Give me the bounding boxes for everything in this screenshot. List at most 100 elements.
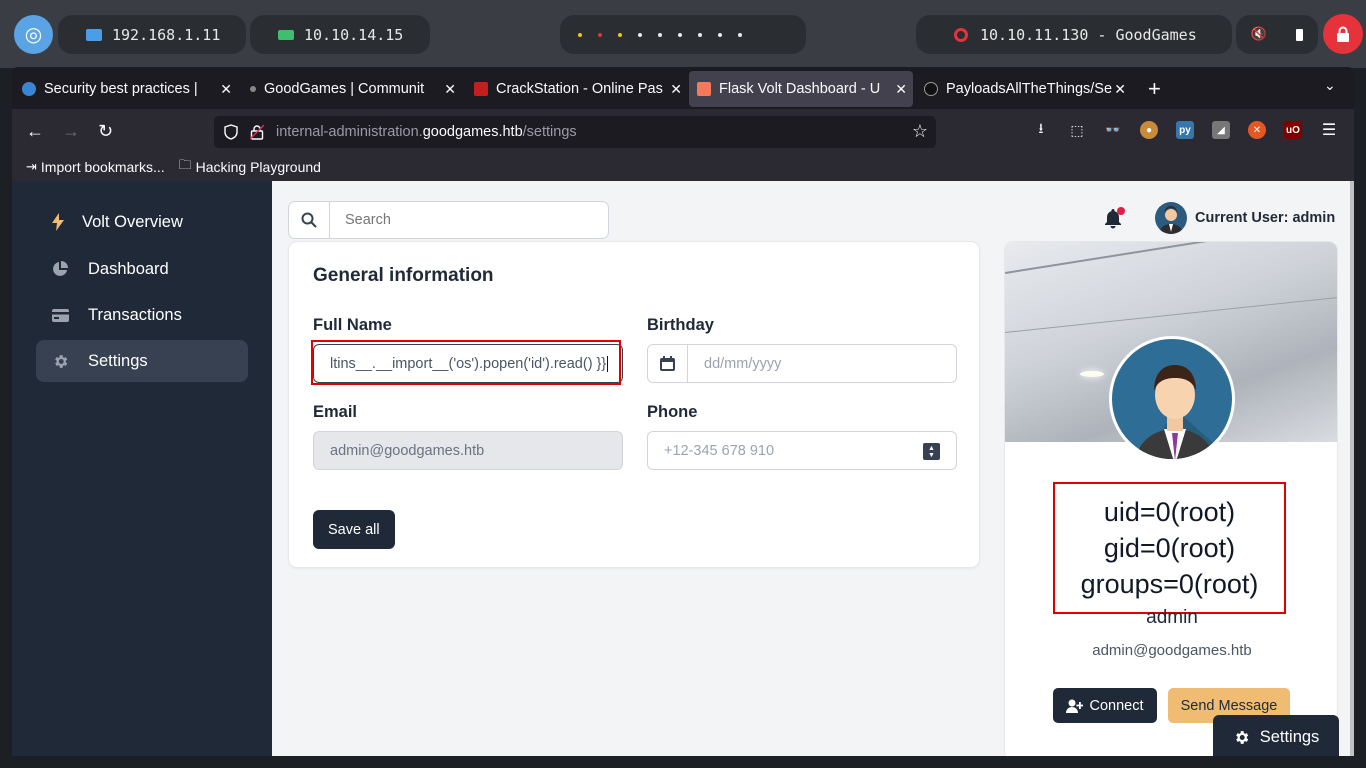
- vpn-ip-text: 10.10.14.15: [304, 25, 404, 44]
- workspace-dot[interactable]: [678, 32, 682, 37]
- search-icon[interactable]: [289, 202, 330, 238]
- bookmark-import[interactable]: ⇥ Import bookmarks...: [26, 159, 165, 175]
- workspace-dot[interactable]: [718, 32, 722, 37]
- forward-arrow-icon[interactable]: →: [62, 121, 80, 141]
- workspaces-pill[interactable]: [560, 15, 806, 54]
- back-arrow-icon[interactable]: ←: [26, 121, 44, 141]
- workspace-dot[interactable]: [738, 32, 742, 37]
- tab-goodgames[interactable]: GoodGames | Communit ✕: [242, 71, 462, 107]
- target-text: 10.10.11.130 - GoodGames: [980, 25, 1197, 44]
- connect-label: Connect: [1089, 697, 1144, 714]
- tab-crackstation[interactable]: CrackStation - Online Pas ✕: [466, 71, 688, 107]
- page-scrollbar[interactable]: [1350, 181, 1354, 756]
- close-icon[interactable]: ✕: [670, 81, 682, 98]
- workspace-dots: [560, 32, 760, 37]
- url-bar[interactable]: internal-administration.goodgames.htb/se…: [214, 116, 936, 148]
- new-tab-plus-icon[interactable]: +: [1148, 76, 1161, 102]
- calendar-icon[interactable]: [648, 345, 688, 382]
- tab-list-chevron-icon[interactable]: ⌄: [1324, 77, 1336, 94]
- sidebar-item-transactions[interactable]: Transactions: [36, 294, 248, 336]
- url-path: /settings: [522, 124, 577, 140]
- python-extension-icon[interactable]: py: [1176, 121, 1194, 139]
- local-ip-text: 192.168.1.11: [112, 25, 221, 44]
- hamburger-menu-icon[interactable]: ☰: [1320, 121, 1338, 139]
- workspace-dot[interactable]: [618, 32, 622, 37]
- search-input[interactable]: [345, 212, 595, 228]
- output-line-groups: groups=0(root): [1080, 569, 1259, 599]
- ublock-origin-icon[interactable]: uO: [1284, 121, 1302, 139]
- connect-button[interactable]: Connect: [1053, 688, 1157, 723]
- foxyproxy-icon[interactable]: ✕: [1248, 121, 1266, 139]
- os-menu-logo-icon[interactable]: ◎: [14, 15, 53, 54]
- tab-bar: Security best practices | ✕ GoodGames | …: [12, 67, 1354, 109]
- workspace-dot[interactable]: [598, 32, 602, 37]
- settings-floating-label: Settings: [1259, 727, 1320, 746]
- battery-icon[interactable]: [1296, 28, 1304, 41]
- cookie-editor-icon[interactable]: ●: [1140, 121, 1158, 139]
- pie-chart-icon: [50, 261, 70, 277]
- import-icon: ⇥: [26, 159, 37, 174]
- vpn-ip-pill[interactable]: 10.10.14.15: [250, 15, 430, 54]
- credit-card-icon: [50, 308, 70, 322]
- close-icon[interactable]: ✕: [444, 81, 456, 98]
- local-ip-pill[interactable]: 192.168.1.11: [58, 15, 246, 54]
- reload-icon[interactable]: ↻: [98, 121, 113, 141]
- phone-input[interactable]: +12-345 678 910 ▲ ▼: [647, 431, 957, 470]
- cover-ceiling-line: [1005, 242, 1337, 274]
- close-icon[interactable]: ✕: [220, 81, 232, 98]
- close-icon[interactable]: ✕: [895, 81, 907, 98]
- sidebar-item-dashboard[interactable]: Dashboard: [36, 248, 248, 290]
- number-spinner-icon[interactable]: ▲ ▼: [923, 443, 940, 460]
- bookmark-label: Import bookmarks...: [40, 159, 165, 175]
- email-label: Email: [313, 403, 358, 421]
- birthday-label: Birthday: [647, 316, 714, 334]
- lock-icon[interactable]: [1323, 14, 1363, 54]
- bookmark-folder-hacking-playground[interactable]: 🗀 Hacking Playground: [179, 156, 321, 178]
- shield-icon[interactable]: [224, 124, 238, 140]
- sidebar-brand[interactable]: Volt Overview: [36, 201, 248, 243]
- save-all-button[interactable]: Save all: [313, 510, 395, 549]
- target-pill[interactable]: 10.10.11.130 - GoodGames: [916, 15, 1232, 54]
- target-icon: [954, 27, 968, 42]
- laptop-icon: [278, 29, 294, 40]
- sidebar: Volt Overview Dashboard Transactions Set…: [12, 181, 272, 756]
- settings-floating-button[interactable]: Settings: [1213, 715, 1339, 756]
- wappalyzer-icon[interactable]: ◢: [1212, 121, 1230, 139]
- card-title: General information: [313, 265, 494, 286]
- os-top-bar: ◎ 192.168.1.11 10.10.14.15 10.10.11.130 …: [0, 0, 1366, 68]
- spy-extension-icon[interactable]: 👓: [1104, 121, 1122, 139]
- mute-icon[interactable]: 🔇: [1251, 27, 1267, 42]
- notification-dot: [1117, 207, 1125, 215]
- close-icon[interactable]: ✕: [1114, 81, 1126, 98]
- tab-payloadsallthethings[interactable]: PayloadsAllTheThings/Se ✕: [916, 71, 1132, 107]
- email-field[interactable]: admin@goodgames.htb: [313, 431, 623, 470]
- profile-name: admin: [1146, 607, 1198, 628]
- tab-flask-volt-dashboard[interactable]: Flask Volt Dashboard - U ✕: [689, 71, 913, 107]
- tab-favicon-icon: [697, 82, 711, 96]
- profile-avatar: [1109, 336, 1235, 462]
- sidebar-brand-label: Volt Overview: [82, 212, 183, 231]
- downloads-icon[interactable]: ⭳: [1032, 120, 1050, 139]
- user-menu[interactable]: Current User: admin: [1155, 202, 1335, 234]
- extensions-icon[interactable]: ⬚: [1068, 121, 1086, 139]
- nav-toolbar: ← → ↻ internal-administration.goodgames.…: [12, 109, 1354, 171]
- tab-label: GoodGames | Communit: [264, 81, 425, 97]
- phone-placeholder: +12-345 678 910: [664, 442, 775, 459]
- sidebar-item-label: Dashboard: [88, 259, 169, 278]
- cover-ceiling-line: [1005, 296, 1337, 333]
- workspace-dot[interactable]: [578, 32, 582, 37]
- workspace-dot[interactable]: [658, 32, 662, 37]
- add-user-icon: [1066, 699, 1084, 713]
- bookmarks-toolbar: ⇥ Import bookmarks... 🗀 Hacking Playgrou…: [12, 153, 1354, 181]
- full-name-label: Full Name: [313, 316, 392, 334]
- browser-window: Security best practices | ✕ GoodGames | …: [12, 67, 1354, 756]
- workspace-dot[interactable]: [638, 32, 642, 37]
- birthday-input[interactable]: dd/mm/yyyy: [647, 344, 957, 383]
- sidebar-item-settings[interactable]: Settings: [36, 340, 248, 382]
- github-icon: [924, 82, 938, 96]
- bookmark-star-icon[interactable]: ☆: [912, 121, 928, 142]
- insecure-lock-icon[interactable]: [250, 124, 264, 140]
- sidebar-item-label: Settings: [88, 351, 148, 370]
- tab-security-best-practices[interactable]: Security best practices | ✕: [14, 71, 238, 107]
- workspace-dot[interactable]: [698, 32, 702, 37]
